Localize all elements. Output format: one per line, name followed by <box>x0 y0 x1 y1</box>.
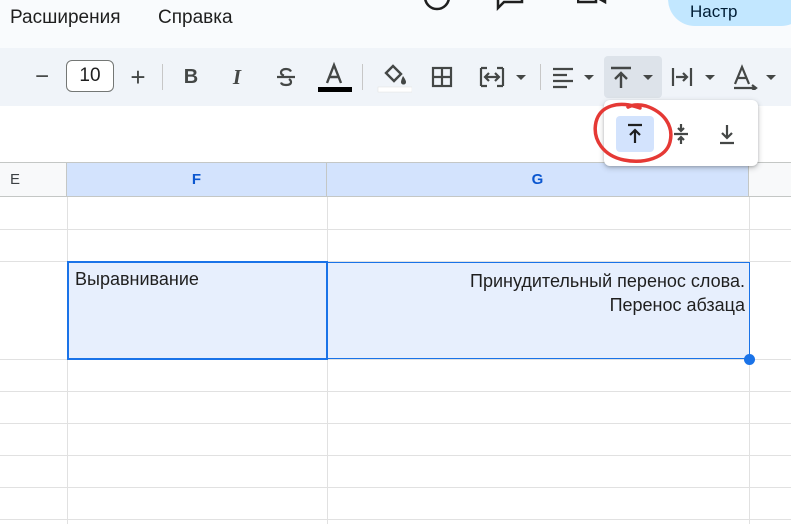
bold-button[interactable]: B <box>176 58 206 96</box>
toolbar-divider <box>540 64 541 90</box>
strikethrough-button[interactable] <box>270 58 302 96</box>
minus-icon: − <box>34 63 49 90</box>
toolbar-divider <box>162 64 163 90</box>
strikethrough-icon <box>277 67 295 87</box>
text-color-button[interactable] <box>314 58 354 96</box>
grid-line <box>0 519 791 520</box>
borders-button[interactable] <box>426 58 458 96</box>
cell-f-content: Выравнивание <box>75 269 199 289</box>
menu-help[interactable]: Справка <box>158 7 233 29</box>
cell-g-line-2: Перенос абзаца <box>609 295 745 315</box>
grid-line <box>0 391 791 392</box>
grid-line <box>0 487 791 488</box>
annotation-circle <box>593 102 673 163</box>
column-header-h[interactable] <box>749 163 791 196</box>
decrease-font-size-button[interactable]: − <box>28 58 56 96</box>
grid-line <box>0 423 791 424</box>
fill-handle[interactable] <box>744 354 755 365</box>
menu-extensions[interactable]: Расширения <box>10 7 121 29</box>
cell-g-line-1: Принудительный перенос слова. <box>470 271 745 291</box>
plus-icon: + <box>130 61 146 92</box>
increase-font-size-button[interactable]: + <box>124 58 152 96</box>
grid-line <box>0 455 791 456</box>
comment-icon[interactable] <box>496 0 526 12</box>
fill-color-button[interactable] <box>374 58 414 96</box>
italic-button[interactable]: I <box>222 58 252 96</box>
grid-line <box>327 197 328 524</box>
vertical-align-button[interactable] <box>604 56 662 98</box>
video-call-icon[interactable] <box>576 0 607 12</box>
cell-g[interactable]: Принудительный перенос слова. Перенос аб… <box>327 262 750 359</box>
text-wrap-icon <box>671 68 715 86</box>
toolbar-divider <box>362 64 363 90</box>
text-color-icon <box>318 61 352 92</box>
italic-icon: I <box>232 64 242 89</box>
grid-line <box>0 229 791 230</box>
merge-cells-button[interactable] <box>476 58 532 96</box>
text-rotation-icon <box>733 64 776 90</box>
vertical-align-top-icon <box>611 66 653 88</box>
bold-icon: B <box>183 65 199 88</box>
grid-line <box>67 197 68 524</box>
text-rotation-button[interactable] <box>730 58 782 96</box>
share-button[interactable]: Настр <box>668 0 791 26</box>
font-size-input[interactable]: 10 <box>66 60 114 92</box>
column-header-g[interactable]: G <box>327 163 749 196</box>
fill-color-icon <box>377 64 412 93</box>
align-bottom-icon <box>720 125 734 145</box>
align-bottom-option[interactable] <box>708 116 746 152</box>
horizontal-align-button[interactable] <box>550 58 600 96</box>
merge-cells-icon <box>479 66 526 88</box>
cell-g-content: Принудительный перенос слова. Перенос аб… <box>470 269 745 317</box>
column-header-f[interactable]: F <box>67 163 327 196</box>
column-header-e[interactable]: E <box>0 163 67 196</box>
align-left-icon <box>553 67 594 89</box>
borders-icon <box>431 66 453 88</box>
history-icon[interactable] <box>422 0 452 12</box>
text-wrapping-button[interactable] <box>670 58 722 96</box>
cell-f-active[interactable]: Выравнивание <box>67 261 328 360</box>
menu-bar: Расширения Справка Настр <box>0 0 791 48</box>
share-button-label: Настр <box>690 2 738 21</box>
